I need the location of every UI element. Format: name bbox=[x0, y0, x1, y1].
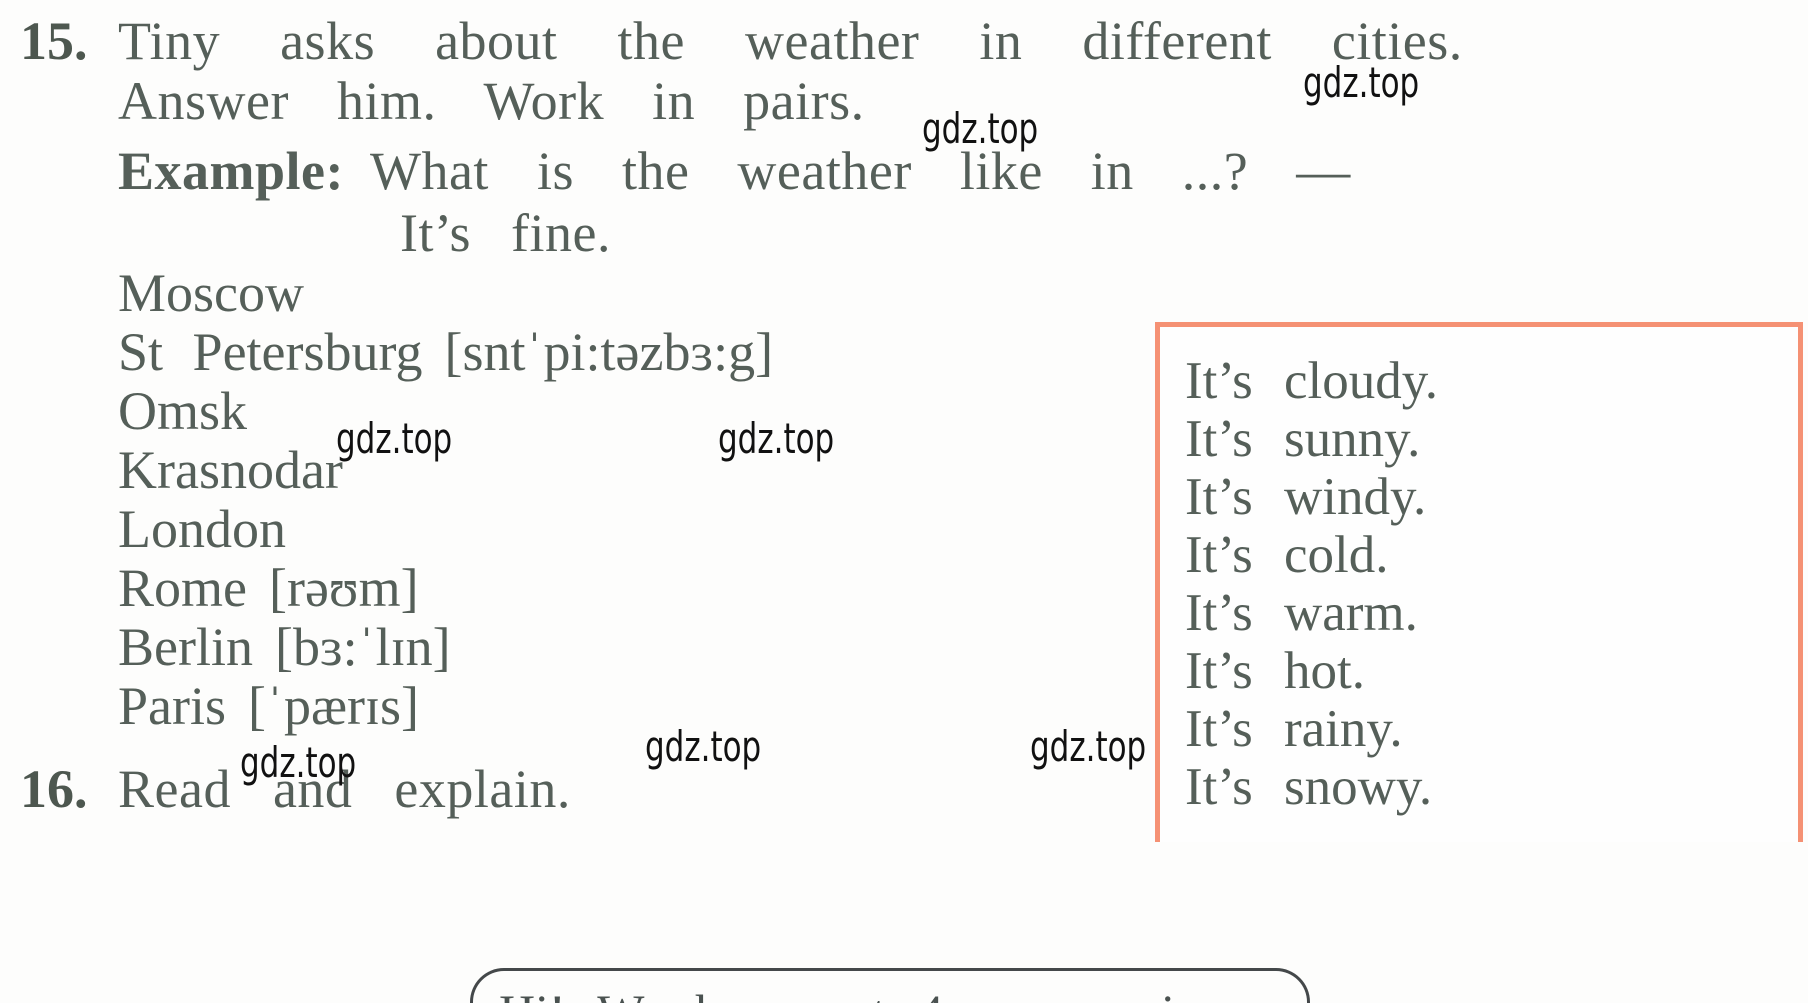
city-list-item: Krasnodar bbox=[118, 443, 365, 497]
city-list-item: Paris [ˈpærɪs] bbox=[118, 679, 419, 733]
speech-bubble-text: Hi! We have got 4 seasons i bbox=[499, 987, 1175, 1003]
city-ipa: [sntˈpi:təzbɜ:g] bbox=[444, 322, 774, 382]
exercise-16-instruction: Read and explain. bbox=[118, 759, 571, 819]
weather-phrase: It’s windy. bbox=[1185, 468, 1427, 526]
city-list-item: Berlin [bɜ:ˈlɪn] bbox=[118, 620, 451, 674]
example-question: What is the weather like in ...? — bbox=[370, 141, 1351, 201]
weather-phrases-list: It’s cloudy. It’s sunny. It’s windy. It’… bbox=[1185, 352, 1785, 816]
city-list-item: London bbox=[118, 502, 308, 556]
watermark: gdz.top bbox=[645, 722, 762, 771]
city-list-item: Rome [rəʊm] bbox=[118, 561, 419, 615]
weather-phrase: It’s sunny. bbox=[1185, 410, 1421, 468]
city-ipa: [rəʊm] bbox=[269, 558, 419, 618]
weather-phrase: It’s snowy. bbox=[1185, 758, 1433, 816]
city-name: Omsk bbox=[118, 381, 248, 441]
city-ipa bbox=[304, 263, 326, 323]
textbook-page: 15. Tiny asks about the weather in diffe… bbox=[0, 0, 1808, 1003]
exercise-15-instruction-line-1: Tiny asks about the weather in different… bbox=[118, 11, 1463, 71]
city-name: St Petersburg bbox=[118, 322, 423, 382]
city-ipa: [ˈpærɪs] bbox=[248, 676, 419, 736]
weather-phrase: It’s cloudy. bbox=[1185, 352, 1439, 410]
city-list-item: St Petersburg [sntˈpi:təzbɜ:g] bbox=[118, 325, 773, 379]
exercise-15-number: 15. bbox=[20, 11, 88, 71]
city-ipa bbox=[286, 499, 308, 559]
city-ipa: [bɜ:ˈlɪn] bbox=[274, 617, 451, 677]
city-name: Moscow bbox=[118, 263, 304, 323]
weather-phrase: It’s hot. bbox=[1185, 642, 1365, 700]
exercise-15-example-line-1: Example: What is the weather like in ...?… bbox=[118, 144, 1351, 198]
city-list-item: Omsk bbox=[118, 384, 269, 438]
watermark: gdz.top bbox=[1030, 722, 1147, 771]
city-name: Krasnodar bbox=[118, 440, 343, 500]
speech-bubble: Hi! We have got 4 seasons i bbox=[470, 968, 1310, 1003]
city-name: Paris bbox=[118, 676, 226, 736]
watermark: gdz.top bbox=[718, 414, 835, 463]
exercise-15-example-line-2: It’s fine. bbox=[400, 203, 611, 263]
city-list-item: Moscow bbox=[118, 266, 326, 320]
weather-phrase: It’s cold. bbox=[1185, 526, 1389, 584]
exercise-15-instruction-line-2: Answer him. Work in pairs. bbox=[118, 71, 865, 131]
exercise-16-number: 16. bbox=[20, 759, 88, 819]
city-ipa bbox=[343, 440, 365, 500]
city-ipa bbox=[247, 381, 269, 441]
city-name: London bbox=[118, 499, 286, 559]
weather-phrase: It’s warm. bbox=[1185, 584, 1418, 642]
example-label: Example: bbox=[118, 141, 344, 201]
city-name: Rome bbox=[118, 558, 247, 618]
city-name: Berlin bbox=[118, 617, 253, 677]
weather-phrase: It’s rainy. bbox=[1185, 700, 1403, 758]
